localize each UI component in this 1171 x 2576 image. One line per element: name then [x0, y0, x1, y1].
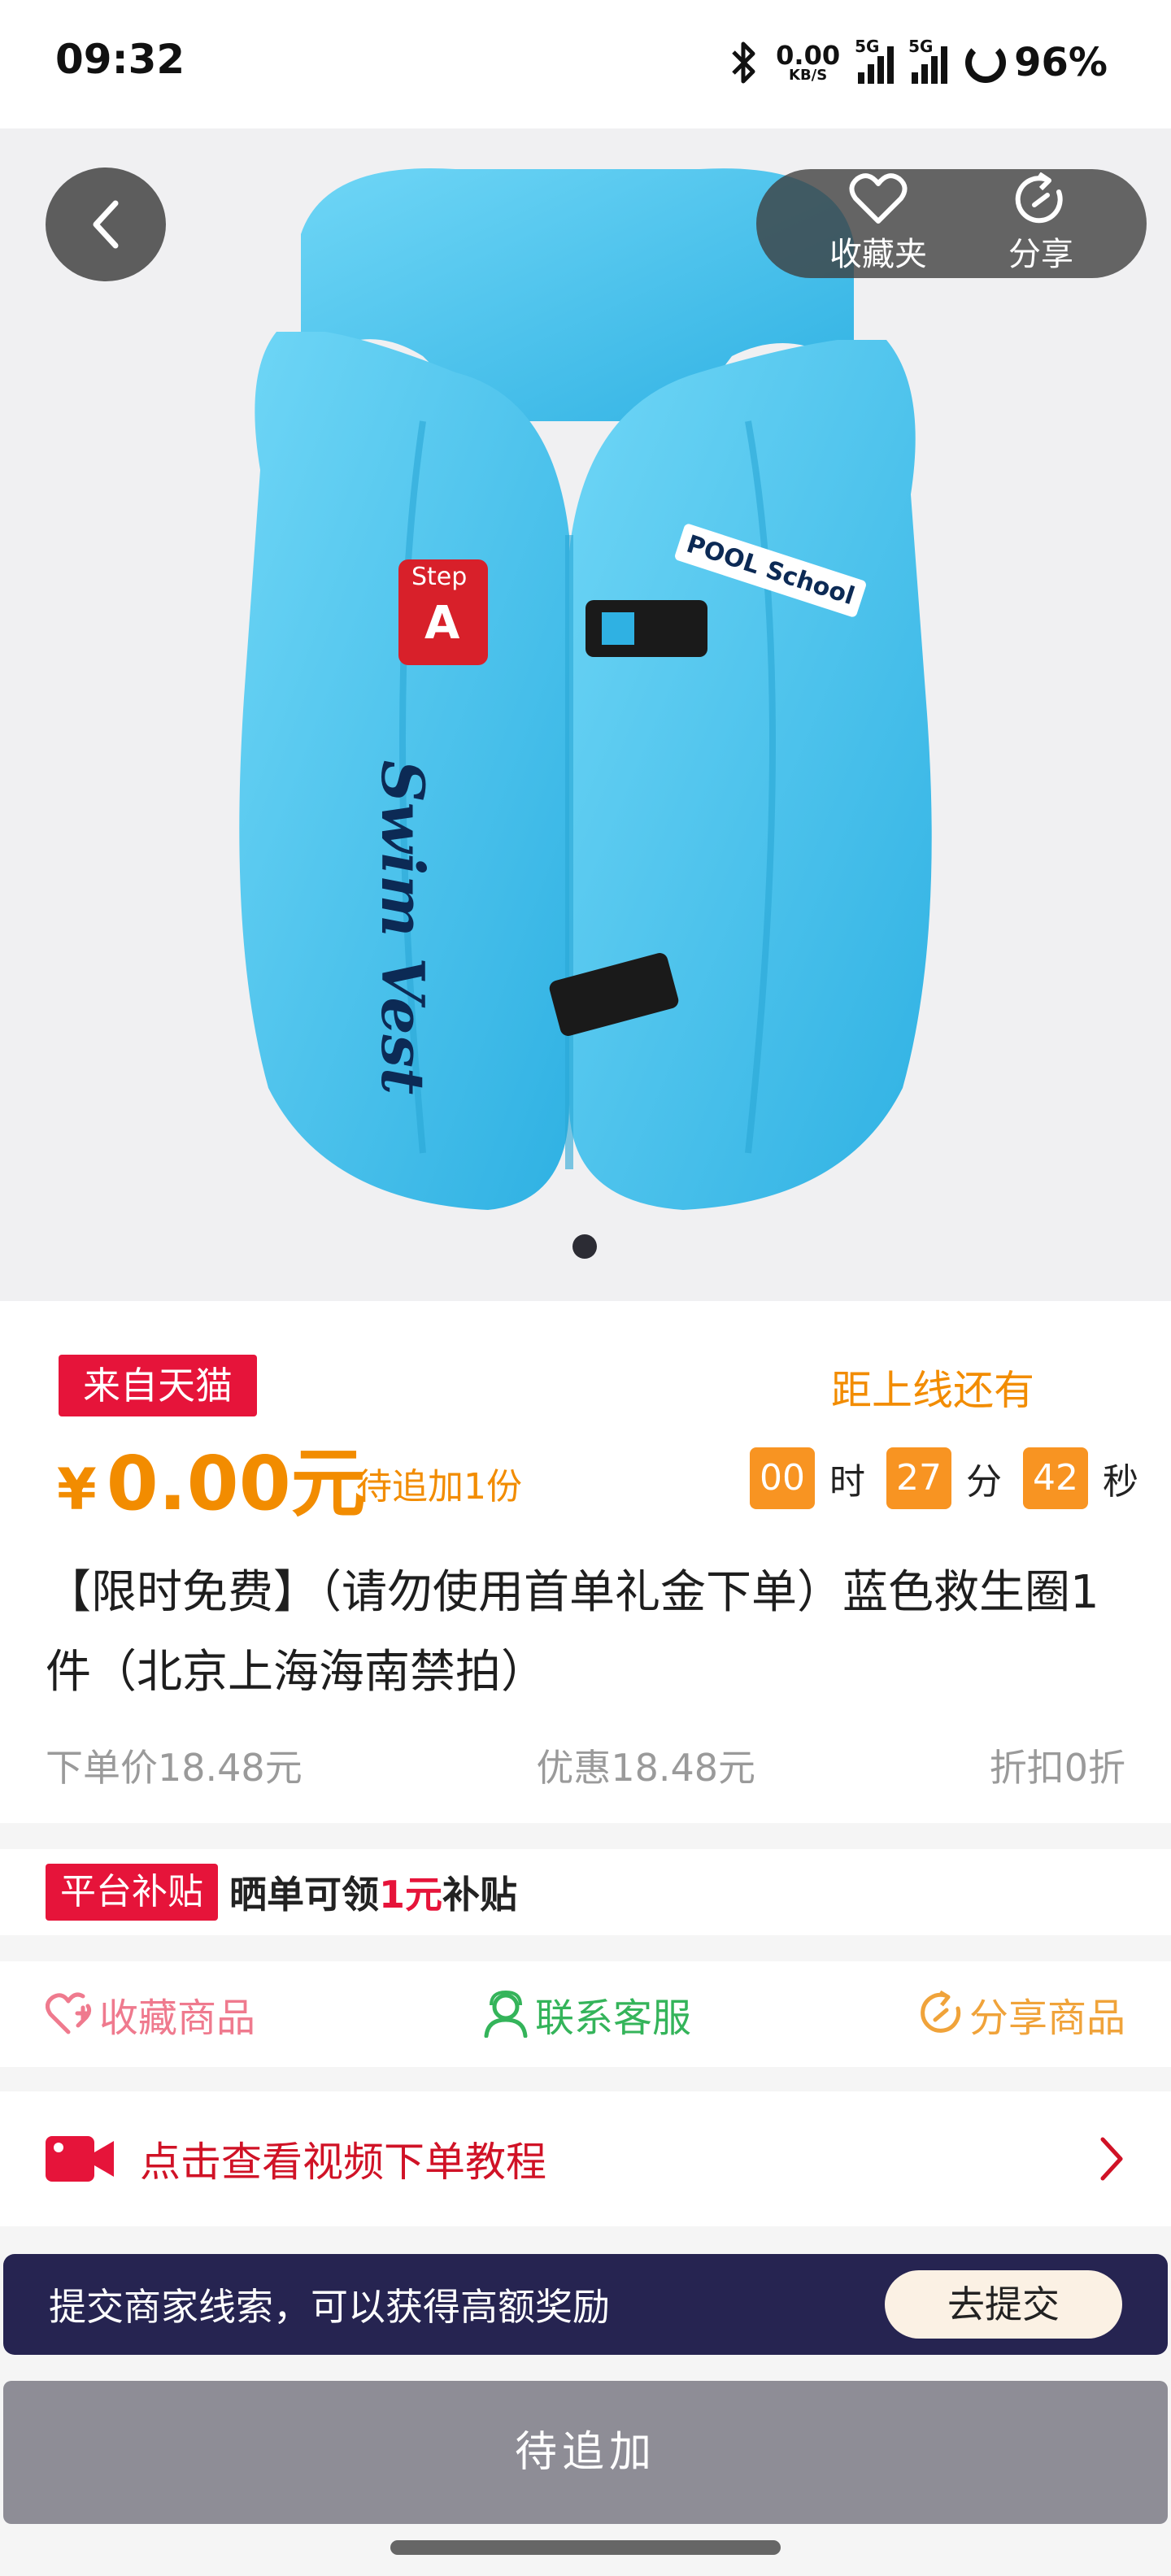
price-meta-row: 下单价18.48元 优惠18.48元 折扣0折 [46, 1738, 1125, 1792]
merchant-lead-text: 提交商家线索，可以获得高额奖励 [49, 2285, 610, 2329]
video-tutorial-row[interactable]: 点击查看视频下单教程 [0, 2091, 1171, 2226]
favorite-product-button[interactable]: 收藏商品 [46, 1986, 255, 2043]
countdown-minutes: 27 [886, 1447, 951, 1509]
signal-icon-sim2: 5G [908, 37, 948, 84]
price-symbol: ¥ [57, 1456, 97, 1523]
home-indicator[interactable] [390, 2540, 781, 2555]
subsidy-text: 晒单可领1元补贴 [229, 1873, 518, 1917]
action-row: 收藏商品 联系客服 分享商品 [0, 1961, 1171, 2067]
status-time: 09:32 [55, 36, 185, 83]
battery-ring-icon [965, 42, 1007, 83]
countdown-seconds: 42 [1023, 1447, 1088, 1509]
signal-icon-sim1: 5G [855, 37, 895, 84]
video-camera-icon [46, 2136, 114, 2182]
subsidy-amount: 1元 [379, 1873, 443, 1917]
hero-action-pill: 收藏夹 分享 [756, 169, 1147, 278]
customer-service-button[interactable]: 联系客服 [481, 1986, 691, 2043]
countdown-minutes-unit: 分 [966, 1461, 1002, 1503]
countdown-label: 距上线还有 [831, 1367, 1034, 1414]
product-title: 【限时免费】（请勿使用首单礼金下单）蓝色救生圈1件（北京上海海南禁拍） [46, 1566, 1099, 1699]
vest-badge-step-text: Step [411, 563, 468, 591]
product-info-section: 来自天猫 ¥ 0.00元 待追加1份 距上线还有 00 时 27 分 42 秒 … [0, 1301, 1171, 1823]
subsidy-tag: 平台补贴 [46, 1864, 218, 1921]
heart-plus-icon [46, 1992, 92, 2034]
countdown-seconds-unit: 秒 [1103, 1461, 1138, 1503]
status-icons: 0.00 KB/S 5G 5G 96% [730, 34, 1108, 91]
order-price: 下单价18.48元 [46, 1746, 303, 1790]
back-button[interactable] [46, 168, 166, 281]
subsidy-row: 平台补贴 晒单可领1元补贴 [0, 1849, 1171, 1935]
swim-vest-image [239, 168, 932, 1210]
share-product-button[interactable]: 分享商品 [917, 1986, 1125, 2043]
chevron-left-icon [93, 200, 119, 249]
battery-indicator: 96% [965, 40, 1108, 85]
source-tag: 来自天猫 [59, 1355, 257, 1416]
merchant-lead-banner: 提交商家线索，可以获得高额奖励 去提交 [3, 2254, 1168, 2355]
rebate-rate: 折扣0折 [989, 1746, 1125, 1790]
submit-lead-button[interactable]: 去提交 [885, 2270, 1122, 2339]
price-value: 0.00元 [106, 1440, 366, 1527]
carousel-dot[interactable] [572, 1234, 597, 1259]
customer-service-icon [484, 1991, 528, 2038]
pending-add-button[interactable]: 待追加 [3, 2381, 1168, 2524]
countdown-hours: 00 [750, 1447, 815, 1509]
pending-note: 待追加1份 [356, 1466, 522, 1508]
favorites-button[interactable]: 收藏夹 [829, 172, 927, 275]
countdown-hours-unit: 时 [829, 1461, 865, 1503]
price: ¥ 0.00元 [57, 1423, 366, 1531]
share-icon [1015, 172, 1063, 224]
product-image-carousel[interactable]: Step A Swim Vest POOL School 收藏夹 分享 [0, 128, 1171, 1301]
discount-amount: 优惠18.48元 [536, 1746, 756, 1790]
network-speed: 0.00 KB/S [776, 40, 841, 84]
chevron-right-icon [1100, 2137, 1123, 2181]
share-button[interactable]: 分享 [1008, 172, 1073, 275]
share-icon [921, 1991, 961, 2033]
countdown-timer: 00 时 27 分 42 秒 [750, 1447, 1145, 1509]
video-tutorial-label: 点击查看视频下单教程 [140, 2139, 546, 2186]
heart-icon [849, 173, 908, 224]
status-bar: 09:32 0.00 KB/S 5G 5G 96% [0, 0, 1171, 128]
vest-badge-letter-text: A [424, 597, 460, 650]
bluetooth-icon [732, 41, 755, 84]
vest-swim-vest-text: Swim Vest [368, 759, 438, 1095]
